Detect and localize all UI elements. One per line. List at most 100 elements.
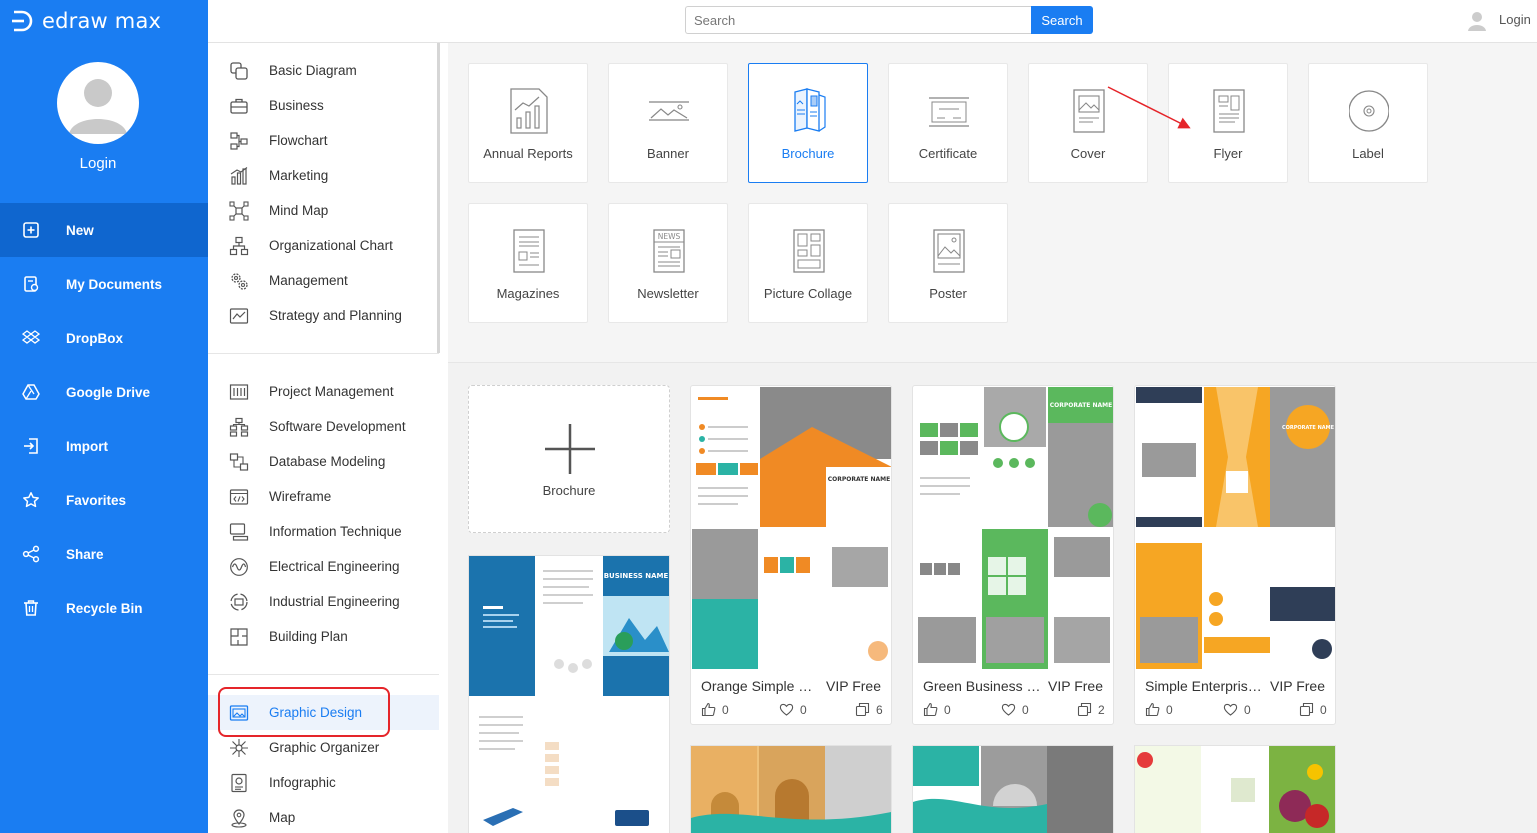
sidebar-item-my-documents[interactable]: My Documents: [0, 257, 208, 311]
category-group-technical: Project Management Software Development …: [208, 374, 439, 654]
category-infographic[interactable]: Infographic: [208, 765, 439, 800]
category-electrical-engineering[interactable]: Electrical Engineering: [208, 549, 439, 584]
category-marketing[interactable]: Marketing: [208, 158, 439, 193]
infographic-icon: [231, 773, 247, 792]
user-icon[interactable]: [1466, 10, 1488, 32]
star-icon: [23, 492, 39, 508]
favorite-stat[interactable]: 0: [1223, 702, 1251, 717]
category-label: Management: [269, 273, 348, 288]
copy-count: 0: [1320, 702, 1327, 717]
type-card-annual-reports[interactable]: Annual Reports: [468, 63, 588, 183]
heart-icon: [1223, 703, 1238, 716]
like-stat[interactable]: 0: [701, 702, 729, 717]
type-label: Poster: [929, 286, 967, 301]
type-card-magazines[interactable]: Magazines: [468, 203, 588, 323]
category-map[interactable]: Map: [208, 800, 439, 833]
app-logo[interactable]: edraw max: [10, 8, 161, 34]
gantt-icon: [229, 383, 249, 400]
graphic-design-icon: [229, 704, 249, 721]
search-input[interactable]: [685, 6, 1031, 34]
category-business[interactable]: Business: [208, 88, 439, 123]
category-database-modeling[interactable]: Database Modeling: [208, 444, 439, 479]
template-thumbnail-blue[interactable]: BUSINESS NAME: [468, 555, 670, 833]
category-software-development[interactable]: Software Development: [208, 409, 439, 444]
category-management[interactable]: Management: [208, 263, 439, 298]
new-blank-brochure-card[interactable]: Brochure: [468, 385, 670, 533]
template-name: Simple Enterprise...: [1145, 678, 1263, 694]
main-content: Annual Reports Banner Brochure Certifica…: [448, 43, 1537, 833]
favorite-stat[interactable]: 0: [1001, 702, 1029, 717]
top-bar: Search Login: [208, 0, 1537, 43]
type-card-certificate[interactable]: Certificate: [888, 63, 1008, 183]
sidebar-item-label: Import: [66, 438, 108, 454]
category-list: Basic Diagram Business Flowchart Marketi…: [208, 43, 448, 833]
category-graphic-design[interactable]: Graphic Design: [208, 695, 439, 730]
category-strategy-planning[interactable]: Strategy and Planning: [208, 298, 439, 333]
template-name: Green Business C...: [923, 678, 1041, 694]
like-stat[interactable]: 0: [1145, 702, 1173, 717]
category-project-management[interactable]: Project Management: [208, 374, 439, 409]
type-card-label[interactable]: Label: [1308, 63, 1428, 183]
orange-brochure-preview: CORPORATE NAME: [692, 387, 891, 669]
type-card-banner[interactable]: Banner: [608, 63, 728, 183]
category-label: Building Plan: [269, 629, 348, 644]
category-industrial-engineering[interactable]: Industrial Engineering: [208, 584, 439, 619]
template-card[interactable]: CORPORATE NAME Orange Simple C... VIP Fr…: [690, 385, 892, 725]
share-icon: [22, 545, 40, 563]
flyer-icon: [1213, 89, 1245, 133]
template-thumbnail-travel[interactable]: [912, 745, 1114, 833]
category-mind-map[interactable]: Mind Map: [208, 193, 439, 228]
template-thumbnail: CORPORATE NAME: [1136, 387, 1335, 669]
category-flowchart[interactable]: Flowchart: [208, 123, 439, 158]
type-card-newsletter[interactable]: NEWS Newsletter: [608, 203, 728, 323]
category-information-technique[interactable]: Information Technique: [208, 514, 439, 549]
template-thumbnail-fruit[interactable]: [1134, 745, 1336, 833]
label-icon: [1349, 90, 1389, 132]
template-card[interactable]: CORPORATE NAME Simple Enterprise... VIP …: [1134, 385, 1336, 725]
category-wireframe[interactable]: Wireframe: [208, 479, 439, 514]
category-graphic-organizer[interactable]: Graphic Organizer: [208, 730, 439, 765]
template-gallery: Brochure BUSINESS NAME CORPORATE NAME Or…: [448, 363, 1537, 833]
template-name: Orange Simple C...: [701, 678, 819, 694]
sidebar-item-favorites[interactable]: Favorites: [0, 473, 208, 527]
category-organizational-chart[interactable]: Organizational Chart: [208, 228, 439, 263]
green-brochure-preview: CORPORATE NAME: [914, 387, 1113, 669]
like-stat[interactable]: 0: [923, 702, 951, 717]
type-card-cover[interactable]: Cover: [1028, 63, 1148, 183]
edraw-app: edraw max Login New My Documents DropBox: [0, 0, 1537, 833]
thumbs-up-icon: [1145, 702, 1160, 717]
copy-stat[interactable]: 2: [1077, 702, 1105, 717]
type-label: Banner: [647, 146, 689, 161]
template-card[interactable]: CORPORATE NAME Green Business C... VIP F…: [912, 385, 1114, 725]
type-label: Picture Collage: [763, 286, 853, 301]
floor-plan-icon: [230, 627, 248, 646]
magazine-icon: [513, 229, 545, 273]
copy-stat[interactable]: 0: [1299, 702, 1327, 717]
category-label: Map: [269, 810, 296, 825]
sidebar-item-share[interactable]: Share: [0, 527, 208, 581]
type-card-poster[interactable]: Poster: [888, 203, 1008, 323]
thumbs-up-icon: [923, 702, 938, 717]
annual-report-icon: [510, 88, 548, 134]
documents-icon: [24, 276, 39, 292]
sidebar-item-label: Share: [66, 546, 104, 562]
search-button[interactable]: Search: [1031, 6, 1093, 34]
type-card-brochure[interactable]: Brochure: [748, 63, 868, 183]
avatar[interactable]: [57, 62, 139, 144]
category-building-plan[interactable]: Building Plan: [208, 619, 439, 654]
type-card-picture-collage[interactable]: Picture Collage: [748, 203, 868, 323]
type-card-flyer[interactable]: Flyer: [1168, 63, 1288, 183]
top-login-link[interactable]: Login: [1499, 12, 1531, 27]
sidebar-item-new[interactable]: New: [0, 203, 208, 257]
like-count: 0: [944, 702, 951, 717]
sidebar-item-dropbox[interactable]: DropBox: [0, 311, 208, 365]
sidebar-item-recycle-bin[interactable]: Recycle Bin: [0, 581, 208, 635]
template-thumbnail-mosque[interactable]: [690, 745, 892, 833]
favorite-stat[interactable]: 0: [779, 702, 807, 717]
sidebar-item-import[interactable]: Import: [0, 419, 208, 473]
copy-stat[interactable]: 6: [855, 702, 883, 717]
software-icon: [229, 417, 249, 437]
sidebar-item-google-drive[interactable]: Google Drive: [0, 365, 208, 419]
sidebar-login-link[interactable]: Login: [0, 155, 196, 172]
category-basic-diagram[interactable]: Basic Diagram: [208, 53, 439, 88]
